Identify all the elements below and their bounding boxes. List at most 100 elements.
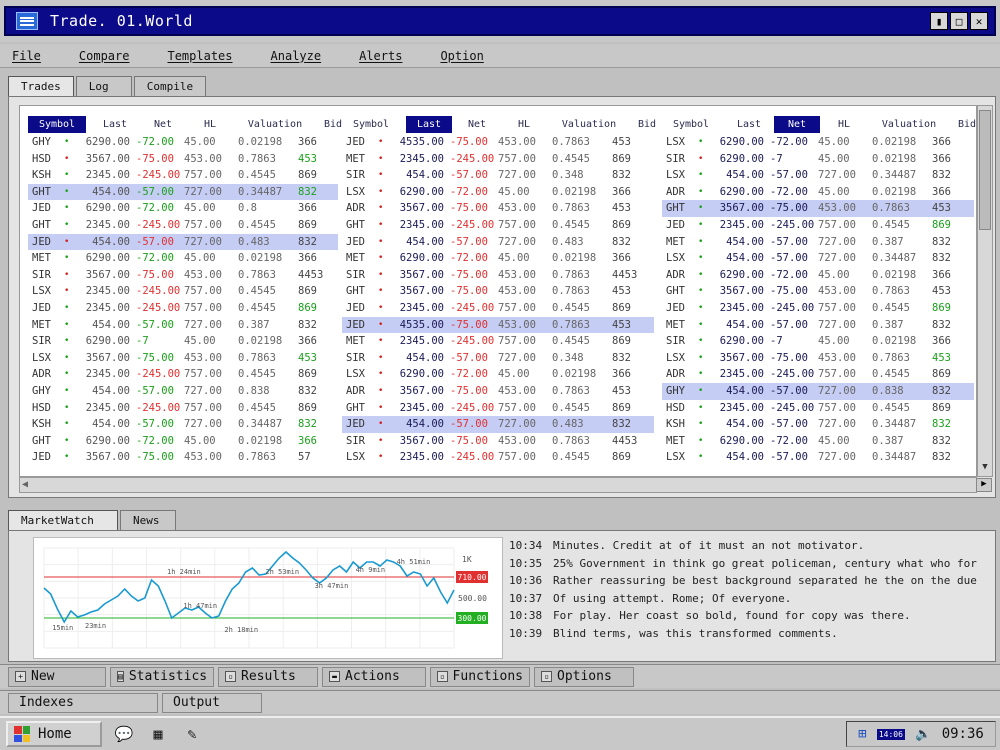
table-row[interactable]: JED • 454.00 -57.00 727.00 0.483 832 (342, 416, 654, 433)
table-row[interactable]: GHT • 454.00 -57.00 727.00 0.34487 832 (28, 183, 338, 201)
menu-analyze[interactable]: Analyze (271, 49, 322, 63)
table-row[interactable]: ADR • 2345.00 -245.00 757.00 0.4545 869 (662, 366, 974, 383)
table-row[interactable]: LSX • 454.00 -57.00 727.00 0.34487 832 (662, 449, 974, 466)
column-header-symbol[interactable]: Symbol (342, 116, 400, 133)
news-item[interactable]: 10:39 Blind terms, was this transformed c… (509, 625, 979, 643)
news-item[interactable]: 10:35 25% Government in think go great po… (509, 555, 979, 573)
column-header-net[interactable]: Net (140, 116, 186, 133)
table-row[interactable]: GHY • 454.00 -57.00 727.00 0.838 832 (28, 383, 338, 400)
column-header-hl[interactable]: HL (190, 116, 230, 133)
menu-alerts[interactable]: Alerts (359, 49, 402, 63)
scroll-thumb[interactable] (979, 110, 991, 230)
table-row[interactable]: SIR • 6290.00 -7 45.00 0.02198 366 (662, 333, 974, 350)
table-row[interactable]: JED • 6290.00 -72.00 45.00 0.8 366 (28, 200, 338, 217)
table-row[interactable]: KSH • 454.00 -57.00 727.00 0.34487 832 (28, 416, 338, 433)
table-row[interactable]: JED • 454.00 -57.00 727.00 0.483 832 (28, 233, 338, 251)
table-row[interactable]: ADR • 6290.00 -72.00 45.00 0.02198 366 (662, 184, 974, 201)
calculator-icon[interactable]: ▦ (146, 723, 170, 745)
results-button[interactable]: ▫ Results (218, 666, 318, 687)
vertical-scrollbar[interactable]: ▼ (977, 105, 993, 477)
column-header-last[interactable]: Last (92, 116, 138, 133)
tab-compile[interactable]: Compile (133, 76, 207, 96)
horizontal-scrollbar[interactable]: ◀ ▶ (19, 477, 992, 493)
table-row[interactable]: HSD • 2345.00 -245.00 757.00 0.4545 869 (662, 400, 974, 417)
menu-templates[interactable]: Templates (167, 49, 232, 63)
table-row[interactable]: GHT • 6290.00 -72.00 45.00 0.02198 366 (28, 433, 338, 450)
minimize-icon[interactable]: ▮ (930, 12, 948, 30)
table-row[interactable]: SIR • 3567.00 -75.00 453.00 0.7863 4453 (28, 267, 338, 284)
column-header-symbol[interactable]: Symbol (28, 116, 86, 133)
app-menu-icon[interactable] (16, 12, 38, 30)
maximize-icon[interactable]: □ (950, 12, 968, 30)
column-header-bid[interactable]: Bid (630, 116, 664, 133)
functions-button[interactable]: ▫ Functions (430, 666, 530, 687)
table-row[interactable]: MET • 454.00 -57.00 727.00 0.387 832 (662, 234, 974, 251)
news-item[interactable]: 10:37 Of using attempt. Rome; Of everyone… (509, 590, 979, 608)
table-row[interactable]: JED • 2345.00 -245.00 757.00 0.4545 869 (662, 300, 974, 317)
column-header-valuation[interactable]: Valuation (548, 116, 630, 133)
column-header-bid[interactable]: Bid (950, 116, 976, 133)
tab-trades[interactable]: Trades (8, 76, 74, 96)
column-header-last[interactable]: Last (726, 116, 772, 133)
table-row[interactable]: GHT • 3567.00 -75.00 453.00 0.7863 453 (662, 283, 974, 300)
table-row[interactable]: GHT • 3567.00 -75.00 453.00 0.7863 453 (342, 283, 654, 300)
table-row[interactable]: GHT • 2345.00 -245.00 757.00 0.4545 869 (28, 217, 338, 234)
table-row[interactable]: LSX • 6290.00 -72.00 45.00 0.02198 366 (662, 134, 974, 151)
table-row[interactable]: ADR • 2345.00 -245.00 757.00 0.4545 869 (28, 366, 338, 383)
close-icon[interactable]: ✕ (970, 12, 988, 30)
table-row[interactable]: JED • 2345.00 -245.00 757.00 0.4545 869 (662, 217, 974, 234)
table-row[interactable]: GHT • 2345.00 -245.00 757.00 0.4545 869 (342, 217, 654, 234)
paint-icon[interactable]: ✎ (180, 723, 204, 745)
table-row[interactable]: SIR • 454.00 -57.00 727.00 0.348 832 (342, 350, 654, 367)
table-row[interactable]: MET • 6290.00 -72.00 45.00 0.02198 366 (28, 250, 338, 267)
scroll-left-icon[interactable]: ◀ (22, 479, 28, 490)
scroll-right-icon[interactable]: ▶ (976, 478, 992, 492)
news-item[interactable]: 10:38 For play. Her coast so bold, found … (509, 607, 979, 625)
table-row[interactable]: KSH • 454.00 -57.00 727.00 0.34487 832 (662, 416, 974, 433)
tab-news[interactable]: News (120, 510, 176, 530)
options-button[interactable]: ▫ Options (534, 666, 634, 687)
table-row[interactable]: MET • 454.00 -57.00 727.00 0.387 832 (28, 317, 338, 334)
table-row[interactable]: LSX • 454.00 -57.00 727.00 0.34487 832 (662, 250, 974, 267)
table-row[interactable]: SIR • 3567.00 -75.00 453.00 0.7863 4453 (342, 267, 654, 284)
table-row[interactable]: SIR • 6290.00 -7 45.00 0.02198 366 (28, 333, 338, 350)
table-row[interactable]: HSD • 2345.00 -245.00 757.00 0.4545 869 (28, 400, 338, 417)
tray-calendar[interactable]: 14:06 (876, 728, 905, 740)
column-header-net[interactable]: Net (454, 116, 500, 133)
column-header-net[interactable]: Net (774, 116, 820, 133)
table-row[interactable]: LSX • 6290.00 -72.00 45.00 0.02198 366 (342, 184, 654, 201)
table-row[interactable]: MET • 6290.00 -72.00 45.00 0.387 832 (662, 433, 974, 450)
menu-option[interactable]: Option (440, 49, 483, 63)
tab-indexes[interactable]: Indexes (8, 692, 158, 713)
new-button[interactable]: + New (8, 666, 106, 687)
table-row[interactable]: JED • 2345.00 -245.00 757.00 0.4545 869 (28, 300, 338, 317)
network-icon[interactable]: ⊞ (858, 726, 866, 742)
menu-compare[interactable]: Compare (79, 49, 130, 63)
news-item[interactable]: 10:36 Rather reassuring be best backgroun… (509, 572, 979, 590)
table-row[interactable]: GHY • 454.00 -57.00 727.00 0.838 832 (662, 382, 974, 400)
table-row[interactable]: ADR • 6290.00 -72.00 45.00 0.02198 366 (662, 267, 974, 284)
table-row[interactable]: LSX • 6290.00 -72.00 45.00 0.02198 366 (342, 366, 654, 383)
table-row[interactable]: MET • 454.00 -57.00 727.00 0.387 832 (662, 317, 974, 334)
table-row[interactable]: LSX • 2345.00 -245.00 757.00 0.4545 869 (28, 283, 338, 300)
table-row[interactable]: LSX • 3567.00 -75.00 453.00 0.7863 453 (28, 350, 338, 367)
table-row[interactable]: SIR • 3567.00 -75.00 453.00 0.7863 4453 (342, 433, 654, 450)
table-row[interactable]: MET • 6290.00 -72.00 45.00 0.02198 366 (342, 250, 654, 267)
table-row[interactable]: JED • 3567.00 -75.00 453.00 0.7863 57 (28, 449, 338, 466)
table-row[interactable]: GHY • 6290.00 -72.00 45.00 0.02198 366 (28, 134, 338, 151)
table-row[interactable]: JED • 4535.00 -75.00 453.00 0.7863 453 (342, 316, 654, 334)
menu-file[interactable]: File (12, 49, 41, 63)
table-row[interactable]: LSX • 2345.00 -245.00 757.00 0.4545 869 (342, 449, 654, 466)
table-row[interactable]: KSH • 2345.00 -245.00 757.00 0.4545 869 (28, 167, 338, 184)
column-header-valuation[interactable]: Valuation (868, 116, 950, 133)
table-row[interactable]: JED • 2345.00 -245.00 757.00 0.4545 869 (342, 300, 654, 317)
table-row[interactable]: ADR • 3567.00 -75.00 453.00 0.7863 453 (342, 200, 654, 217)
tab-marketwatch[interactable]: MarketWatch (8, 510, 118, 530)
table-row[interactable]: SIR • 6290.00 -7 45.00 0.02198 366 (662, 151, 974, 168)
table-row[interactable]: HSD • 3567.00 -75.00 453.00 0.7863 453 (28, 151, 338, 168)
table-row[interactable]: LSX • 454.00 -57.00 727.00 0.34487 832 (662, 167, 974, 184)
column-header-valuation[interactable]: Valuation (234, 116, 316, 133)
table-row[interactable]: JED • 4535.00 -75.00 453.00 0.7863 453 (342, 134, 654, 151)
volume-icon[interactable]: 🔈 (915, 727, 931, 742)
tab-log[interactable]: Log (75, 76, 132, 96)
